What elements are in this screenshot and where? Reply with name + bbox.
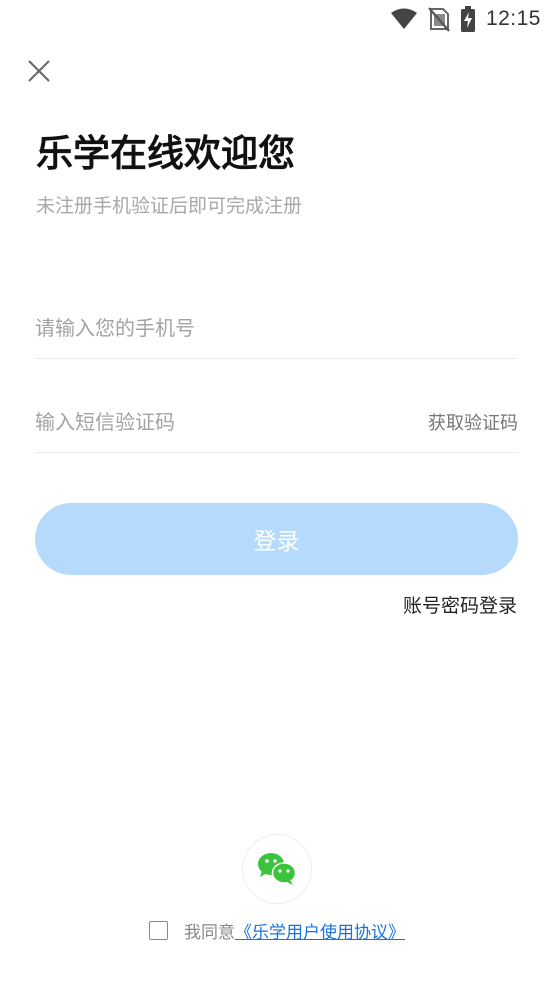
agree-prefix: 我同意 (184, 922, 235, 943)
phone-input[interactable] (35, 308, 518, 348)
close-button[interactable] (22, 54, 56, 88)
agree-checkbox[interactable] (149, 920, 168, 940)
sms-code-field: 获取验证码 (35, 392, 518, 453)
agreement-link[interactable]: 《乐学用户使用协议》 (235, 918, 405, 943)
wechat-login-button[interactable] (242, 834, 312, 904)
agreement-row: 我同意 《乐学用户使用协议》 (149, 916, 405, 944)
status-bar: 12:15 (0, 0, 553, 38)
wechat-icon (258, 853, 297, 885)
battery-charging-icon (460, 6, 475, 32)
page-title: 乐学在线欢迎您 (36, 132, 295, 175)
phone-field (35, 298, 518, 359)
get-code-button[interactable]: 获取验证码 (428, 409, 518, 435)
password-login-link[interactable]: 账号密码登录 (403, 591, 517, 618)
close-icon (28, 60, 50, 82)
login-button[interactable]: 登录 (35, 503, 518, 575)
sms-code-input[interactable] (35, 402, 428, 442)
no-sim-icon (428, 7, 450, 32)
wifi-icon (390, 8, 417, 29)
status-time: 12:15 (485, 7, 541, 30)
page-subtitle: 未注册手机验证后即可完成注册 (36, 195, 303, 217)
